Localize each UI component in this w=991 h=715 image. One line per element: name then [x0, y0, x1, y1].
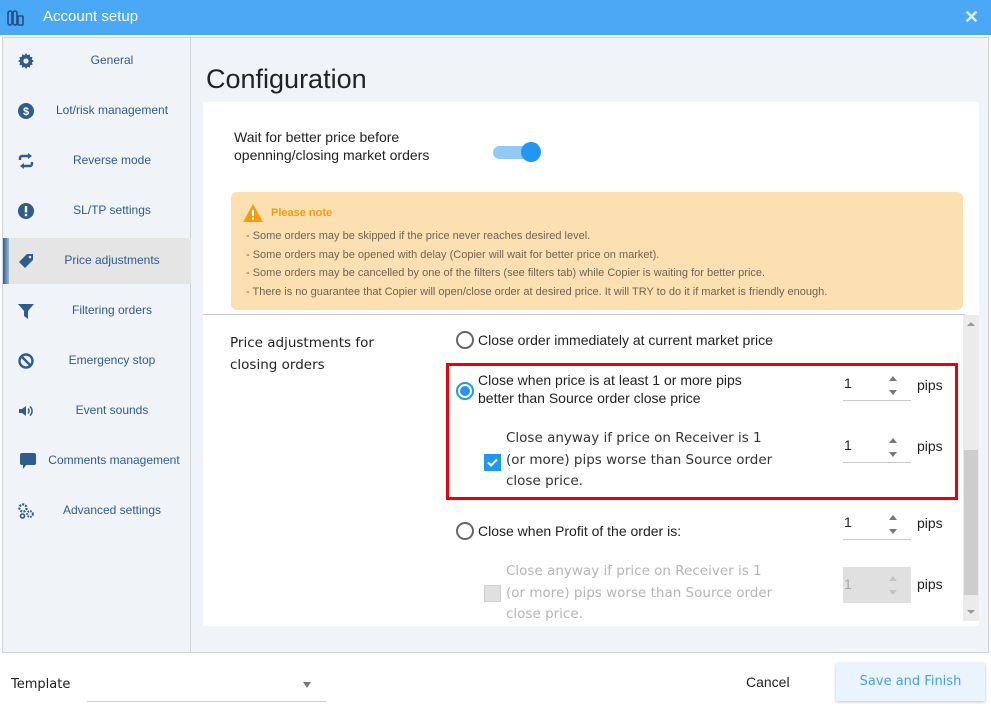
label-line: better than Source order close price: [478, 390, 701, 406]
cancel-button[interactable]: Cancel: [746, 674, 790, 690]
sidebar-item-general[interactable]: General: [3, 38, 191, 84]
sidebar-item-label: Lot/risk management: [55, 103, 169, 117]
wait-better-price-toggle[interactable]: [493, 142, 541, 162]
scroll-up-icon[interactable]: [967, 322, 975, 326]
close-when-better-label: Close when price is at least 1 or more p…: [478, 371, 742, 407]
note-title: Please note: [271, 207, 333, 219]
stepper-up-icon[interactable]: [889, 376, 897, 381]
note-line: - Some orders may be opened with delay (…: [246, 249, 660, 261]
note-line: - There is no guarantee that Copier will…: [246, 286, 828, 298]
label-line: Price adjustments for: [230, 335, 374, 351]
sidebar-item-lot-risk[interactable]: $ Lot/risk management: [3, 88, 191, 134]
stepper-down-icon[interactable]: [889, 452, 897, 457]
sidebar-item-label: SL/TP settings: [73, 203, 151, 217]
stepper-value[interactable]: 1: [844, 437, 852, 453]
sidebar-item-sltp-settings[interactable]: SL/TP settings: [3, 188, 191, 234]
stepper-up-icon[interactable]: [889, 515, 897, 520]
svg-text:$: $: [23, 106, 29, 118]
scroll-down-icon[interactable]: [967, 610, 975, 614]
label-line: closing orders: [230, 357, 325, 373]
title-bar: Account setup ✕: [0, 0, 991, 35]
label-line: Close anyway if price on Receiver is 1: [506, 563, 762, 579]
sidebar-item-label: Event sounds: [75, 403, 149, 417]
stepper-value[interactable]: 1: [844, 514, 852, 530]
label-line: openning/closing market orders: [234, 147, 430, 163]
sidebar-item-advanced-settings[interactable]: Advanced settings: [3, 488, 191, 534]
label-line: close price.: [506, 473, 583, 489]
stepper-down-icon[interactable]: [889, 529, 897, 534]
close-icon[interactable]: ✕: [964, 7, 979, 28]
sidebar-item-label: Filtering orders: [71, 303, 153, 317]
wait-better-price-label: Wait for better price before openning/cl…: [234, 128, 429, 164]
window-title: Account setup: [43, 8, 139, 25]
scrollbar-thumb[interactable]: [964, 450, 978, 595]
pips-unit: pips: [917, 438, 943, 454]
dialog-body: General $ Lot/risk management Reverse mo…: [2, 37, 989, 653]
sidebar-item-label: Comments management: [48, 453, 180, 467]
sidebar-item-emergency-stop[interactable]: Emergency stop: [3, 338, 191, 384]
sidebar-item-reverse-mode[interactable]: Reverse mode: [3, 138, 191, 184]
page-title: Configuration: [206, 64, 367, 94]
sidebar-item-price-adjustments[interactable]: Price adjustments: [3, 238, 191, 284]
close-when-profit-label: Close when Profit of the order is:: [478, 523, 682, 539]
comment-icon: [19, 452, 37, 470]
stepper-down-icon[interactable]: [889, 390, 897, 395]
pips-unit: pips: [917, 377, 943, 393]
warning-icon: [243, 204, 263, 222]
please-note-box: Please note - Some orders may be skipped…: [231, 192, 963, 310]
stepper-up-icon[interactable]: [889, 576, 897, 581]
note-line: - Some orders may be skipped if the pric…: [246, 230, 591, 242]
vertical-scrollbar[interactable]: [963, 315, 979, 621]
template-select[interactable]: [87, 668, 326, 702]
sidebar-item-event-sounds[interactable]: Event sounds: [3, 388, 191, 434]
label-line: (or more) pips worse than Source order: [506, 451, 773, 468]
pips-unit: pips: [917, 576, 943, 592]
sidebar-item-label: Advanced settings: [62, 503, 162, 517]
stepper-down-icon[interactable]: [889, 590, 897, 595]
chevron-down-icon[interactable]: [303, 682, 311, 688]
sidebar: General $ Lot/risk management Reverse mo…: [3, 38, 191, 652]
sidebar-item-filtering-orders[interactable]: Filtering orders: [3, 288, 191, 334]
profit-pips-stepper[interactable]: 1: [843, 508, 911, 540]
settings-panel: Wait for better price before openning/cl…: [203, 102, 979, 626]
stepper-value[interactable]: 1: [844, 375, 852, 391]
close-anyway-checkbox[interactable]: [484, 454, 501, 471]
label-line: Close anyway if price on Receiver is 1: [506, 430, 762, 446]
note-line: - Some orders may be cancelled by one of…: [246, 267, 766, 279]
main-content: Configuration Wait for better price befo…: [192, 38, 989, 652]
toggle-knob: [521, 142, 541, 162]
close-when-profit-radio[interactable]: [456, 522, 474, 540]
label-line: Close when price is at least 1 or more p…: [478, 372, 742, 388]
stepper-value[interactable]: 1: [844, 576, 852, 592]
sidebar-item-label: Price adjustments: [64, 253, 160, 267]
section-divider: [203, 314, 965, 315]
closing-section-label: Price adjustments for closing orders: [230, 332, 374, 376]
label-line: close price.: [506, 606, 583, 622]
better-pips-stepper[interactable]: 1: [843, 369, 911, 401]
pips-unit: pips: [917, 515, 943, 531]
close-anyway-profit-checkbox[interactable]: [484, 585, 501, 602]
sidebar-item-comments-management[interactable]: Comments management: [3, 438, 191, 484]
app-logo-icon: [7, 10, 24, 26]
sidebar-item-label: Emergency stop: [68, 353, 156, 367]
template-label: Template: [11, 677, 71, 692]
profit-worse-pips-stepper[interactable]: 1: [843, 567, 911, 603]
sidebar-item-label: General: [90, 53, 134, 67]
label-line: Wait for better price before: [234, 129, 400, 145]
save-and-finish-button[interactable]: Save and Finish: [836, 663, 985, 701]
close-anyway-label: Close anyway if price on Receiver is 1 (…: [506, 428, 772, 493]
sidebar-item-label: Reverse mode: [72, 153, 152, 167]
checkmark-icon: [487, 458, 498, 467]
close-immediately-label: Close order immediately at current marke…: [478, 332, 773, 348]
stepper-up-icon[interactable]: [889, 438, 897, 443]
worse-pips-stepper[interactable]: 1: [843, 431, 911, 463]
close-immediately-radio[interactable]: [456, 331, 474, 349]
close-anyway-profit-label: Close anyway if price on Receiver is 1 (…: [506, 561, 772, 626]
close-when-better-radio[interactable]: [456, 382, 474, 400]
label-line: (or more) pips worse than Source order: [506, 584, 773, 601]
